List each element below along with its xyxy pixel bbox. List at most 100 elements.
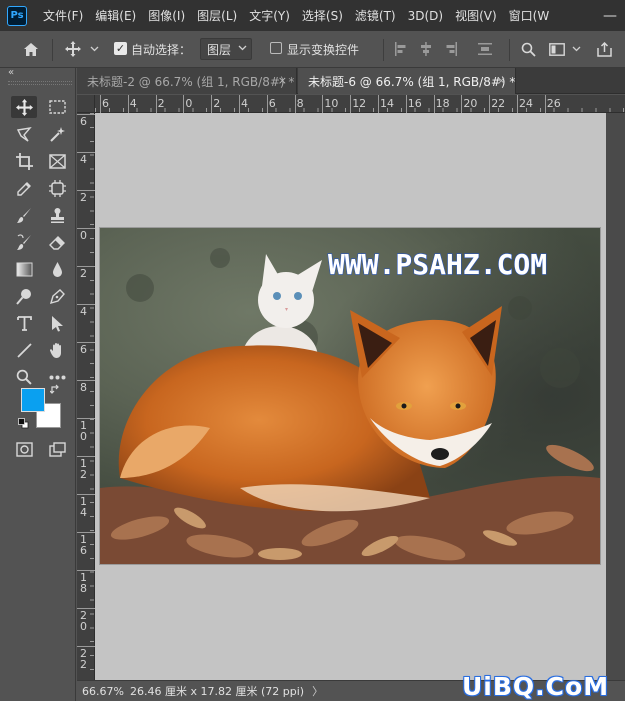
stamp-tool-icon[interactable] [44, 204, 70, 226]
show-transform-checkbox[interactable] [270, 42, 282, 54]
menu-3d[interactable]: 3D(D) [402, 9, 449, 23]
workspace-icon[interactable] [547, 39, 567, 59]
frame-tool-icon[interactable] [44, 150, 70, 172]
document-size: 26.46 厘米 x 17.82 厘米 (72 ppi) [130, 685, 305, 698]
close-icon[interactable]: × [497, 74, 506, 87]
tab-untitled-6[interactable]: 未标题-6 @ 66.7% (组 1, RGB/8#) * × [298, 68, 516, 94]
close-icon[interactable]: × [278, 74, 287, 87]
share-icon[interactable] [594, 39, 614, 59]
screen-mode-icon[interactable] [44, 438, 70, 460]
distribute-icon[interactable] [476, 40, 494, 58]
align-right-icon[interactable] [442, 40, 460, 58]
ruler-tick [127, 95, 129, 113]
ruler-label: 4 [241, 97, 248, 110]
history-brush-tool-icon[interactable] [11, 231, 37, 253]
align-center-icon[interactable] [417, 40, 435, 58]
ruler-label: 6 [80, 343, 87, 356]
default-colors-icon[interactable] [18, 418, 29, 429]
swap-colors-icon[interactable] [49, 384, 61, 398]
chevron-down-icon [238, 42, 247, 57]
tool-panel: « [0, 67, 76, 701]
ruler-label: 18 [435, 97, 450, 110]
chevron-down-icon[interactable] [88, 41, 100, 57]
move-tool-preset-icon[interactable] [62, 39, 84, 59]
horizontal-ruler[interactable]: 6 4 2 0 2 4 6 8 10 12 14 16 18 20 22 24 26 [95, 95, 625, 113]
tab-label: 未标题-6 @ 66.7% (组 1, RGB/8#) * [308, 74, 516, 89]
vertical-ruler[interactable]: 6420246810121416182022 [77, 113, 95, 680]
ruler-label: 22 [491, 97, 506, 110]
foreground-color-swatch[interactable] [21, 388, 45, 412]
ruler-tick [517, 95, 518, 113]
ruler-label: 2 [80, 191, 87, 204]
tab-untitled-2[interactable]: 未标题-2 @ 66.7% (组 1, RGB/8#) * × [77, 68, 297, 94]
menu-type[interactable]: 文字(Y) [243, 7, 296, 24]
move-tool-icon[interactable] [11, 96, 37, 118]
minimize-button[interactable]: — [595, 0, 625, 31]
ruler-tick [266, 95, 268, 113]
collapse-panel-icon[interactable]: « [8, 67, 14, 78]
document-tab-bar: 未标题-2 @ 66.7% (组 1, RGB/8#) * × 未标题-6 @ … [77, 68, 625, 94]
blur-tool-icon[interactable] [44, 258, 70, 280]
gradient-tool-icon[interactable] [11, 258, 37, 280]
auto-select-checkbox[interactable]: ✓ [114, 42, 127, 55]
divider [52, 39, 53, 61]
status-menu-arrow[interactable]: 〉 [312, 683, 323, 699]
vertical-scrollbar[interactable] [606, 113, 625, 680]
ruler-label: 6 [102, 97, 109, 110]
menu-image[interactable]: 图像(I) [142, 7, 191, 24]
menu-file[interactable]: 文件(F) [37, 7, 89, 24]
align-left-icon[interactable] [392, 40, 410, 58]
menu-bar: Ps 文件(F) 编辑(E) 图像(I) 图层(L) 文字(Y) 选择(S) 滤… [0, 0, 625, 31]
ruler-tick [544, 95, 546, 113]
ruler-tick [322, 95, 324, 113]
brush-tool-icon[interactable] [11, 204, 37, 226]
chevron-down-icon[interactable] [570, 41, 582, 57]
divider [383, 39, 384, 61]
ruler-origin[interactable] [77, 95, 95, 113]
pen-tool-icon[interactable] [44, 285, 70, 307]
line-tool-icon[interactable] [11, 339, 37, 361]
ruler-label: 22 [80, 647, 87, 671]
ruler-tick [378, 95, 379, 113]
psahz-watermark-text: WWW.PSAHZ.COM [328, 248, 547, 281]
eraser-tool-icon[interactable] [44, 231, 70, 253]
quick-select-tool-icon[interactable] [44, 123, 70, 145]
hand-tool-icon[interactable] [44, 339, 70, 361]
ruler-tick [239, 95, 240, 113]
lasso-tool-icon[interactable] [11, 123, 37, 145]
ruler-label: 4 [80, 153, 87, 166]
ruler-label: 4 [80, 305, 87, 318]
ruler-tick [155, 95, 157, 113]
menu-select[interactable]: 选择(S) [296, 7, 349, 24]
ruler-label: 8 [296, 97, 304, 110]
search-icon[interactable] [518, 39, 538, 59]
menu-window[interactable]: 窗口(W [503, 7, 556, 24]
home-icon[interactable] [20, 39, 42, 59]
auto-select-target-dropdown[interactable]: 图层 [200, 38, 252, 60]
ruler-tick [183, 95, 185, 113]
eyedropper-tool-icon[interactable] [11, 177, 37, 199]
type-tool-icon[interactable] [11, 312, 37, 334]
menu-view[interactable]: 视图(V) [449, 7, 503, 24]
ruler-tick [294, 95, 296, 113]
divider [509, 39, 510, 61]
crop-tool-icon[interactable] [11, 150, 37, 172]
ruler-label: 4 [129, 97, 137, 110]
ruler-tick [489, 95, 491, 113]
zoom-level[interactable]: 66.67% [82, 685, 124, 698]
menu-filter[interactable]: 滤镜(T) [349, 7, 402, 24]
menu-layer[interactable]: 图层(L) [191, 7, 243, 24]
dodge-tool-icon[interactable] [11, 285, 37, 307]
marquee-tool-icon[interactable] [44, 96, 70, 118]
ruler-label: 8 [80, 381, 87, 394]
menu-edit[interactable]: 编辑(E) [89, 7, 142, 24]
zoom-tool-icon[interactable] [11, 366, 37, 388]
spot-heal-tool-icon[interactable] [44, 177, 70, 199]
path-select-tool-icon[interactable] [44, 312, 70, 334]
ruler-label: 0 [185, 97, 193, 110]
quick-mask-icon[interactable] [11, 438, 37, 460]
document-image[interactable]: WWW.PSAHZ.COM [100, 228, 600, 564]
panel-grip[interactable] [8, 81, 72, 85]
show-transform-label: 显示变换控件 [287, 43, 360, 57]
ruler-label: 18 [80, 571, 87, 595]
